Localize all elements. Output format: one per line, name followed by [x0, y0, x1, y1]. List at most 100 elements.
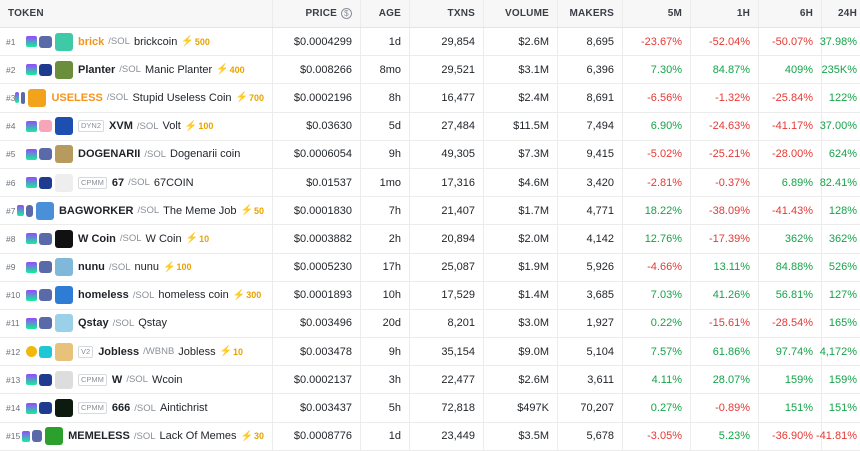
- col-header-24h[interactable]: 24H: [821, 0, 860, 27]
- volume-cell: $7.3M: [483, 140, 557, 168]
- change-6h-cell: 97.74%: [758, 338, 821, 366]
- token-symbol[interactable]: Jobless: [98, 346, 139, 358]
- token-cell[interactable]: #4 DYN2 XVM/SOL Volt ⚡ 100: [0, 113, 272, 140]
- table-row[interactable]: #4 DYN2 XVM/SOL Volt ⚡ 100 $0.03630 5d 27,484 $11…: [0, 112, 860, 141]
- table-row[interactable]: #12 V2 Jobless/WBNB Jobless ⚡ 10 $0.003478 9h 35…: [0, 338, 860, 367]
- change-24h-value: 165%: [828, 317, 857, 330]
- token-cell[interactable]: #11 Qstay/SOL Qstay: [0, 310, 272, 337]
- change-1h-cell: 28.07%: [690, 366, 758, 394]
- change-5m-cell: 18.22%: [622, 197, 690, 225]
- table-row[interactable]: #6 CPMM 67/SOL 67COIN $0.01537 1mo 17,316 $4.6M…: [0, 168, 860, 198]
- volume-cell: $497K: [483, 394, 557, 422]
- token-cell[interactable]: #2 Planter/SOL Manic Planter ⚡ 400: [0, 56, 272, 83]
- boost-badge[interactable]: ⚡ 100: [163, 262, 191, 273]
- token-cell[interactable]: #14 CPMM 666/SOL Aintichrist: [0, 394, 272, 421]
- col-header-6h[interactable]: 6H: [758, 0, 821, 27]
- token-symbol[interactable]: Planter: [78, 64, 115, 76]
- boost-badge[interactable]: ⚡ 10: [186, 233, 209, 244]
- token-symbol[interactable]: 666: [112, 402, 130, 414]
- price-value: $0.0003882: [293, 232, 352, 245]
- boost-badge[interactable]: ⚡ 30: [241, 431, 264, 442]
- col-header-token[interactable]: TOKEN: [0, 0, 272, 27]
- boost-badge[interactable]: ⚡ 10: [220, 346, 243, 357]
- txns-cell: 16,477: [409, 84, 483, 112]
- token-symbol[interactable]: MEMELESS: [68, 430, 130, 442]
- makers-cell: 70,207: [557, 394, 622, 422]
- rank-label: #7: [6, 205, 16, 216]
- table-row[interactable]: #15 MEMELESS/SOL Lack Of Memes ⚡ 30 $0.000877…: [0, 422, 860, 451]
- table-row[interactable]: #2 Planter/SOL Manic Planter ⚡ 400 $0.008266 8…: [0, 56, 860, 85]
- txns-cell: 72,818: [409, 394, 483, 422]
- token-cell[interactable]: #9 nunu/SOL nunu ⚡ 100: [0, 254, 272, 281]
- age-value: 5h: [388, 402, 401, 415]
- token-cell[interactable]: #5 DOGENARII/SOL Dogenarii coin: [0, 141, 272, 168]
- boost-count: 400: [229, 64, 245, 75]
- solana-chain-icon: [26, 261, 37, 273]
- boost-badge[interactable]: ⚡ 300: [233, 290, 261, 301]
- dollar-circle-icon[interactable]: $: [341, 8, 352, 19]
- table-row[interactable]: #14 CPMM 666/SOL Aintichrist $0.003437 5h 72,8…: [0, 394, 860, 423]
- token-cell[interactable]: #10 homeless/SOL homeless coin ⚡ 300: [0, 282, 272, 309]
- boost-badge[interactable]: ⚡ 100: [185, 121, 213, 132]
- pump-dex-icon: [39, 402, 52, 415]
- token-cell[interactable]: #3 USELESS/SOL Stupid Useless Coin ⚡ 700: [0, 84, 272, 111]
- col-header-24h-label: 24H: [838, 8, 857, 19]
- change-6h-cell: 362%: [758, 225, 821, 253]
- token-symbol[interactable]: nunu: [78, 261, 105, 273]
- col-header-txns[interactable]: TXNS: [409, 0, 483, 27]
- lightning-icon: ⚡: [163, 261, 176, 273]
- token-cell[interactable]: #7 BAGWORKER/SOL The Meme Job ⚡ 50: [0, 197, 272, 224]
- change-24h-value: 235K%: [821, 63, 857, 76]
- col-header-makers[interactable]: MAKERS: [557, 0, 622, 27]
- token-symbol[interactable]: Qstay: [78, 317, 109, 329]
- age-cell: 5d: [360, 112, 409, 140]
- makers-cell: 3,420: [557, 168, 622, 197]
- token-cell[interactable]: #13 CPMM W/SOL Wcoin: [0, 366, 272, 393]
- change-5m-value: 18.22%: [644, 204, 682, 217]
- token-symbol[interactable]: W Coin: [78, 233, 116, 245]
- age-value: 20d: [382, 317, 401, 330]
- boost-count: 50: [253, 205, 264, 216]
- table-row[interactable]: #9 nunu/SOL nunu ⚡ 100 $0.0005230 17h 25,087 $1.…: [0, 253, 860, 282]
- col-header-volume[interactable]: VOLUME: [483, 0, 557, 27]
- col-header-5m[interactable]: 5M: [622, 0, 690, 27]
- price-cell: $0.008266: [272, 56, 360, 84]
- table-row[interactable]: #11 Qstay/SOL Qstay $0.003496 20d 8,201 $3.0M 1…: [0, 309, 860, 339]
- col-header-age[interactable]: AGE: [360, 0, 409, 27]
- token-cell[interactable]: #1 brick/SOL brickcoin ⚡ 500: [0, 28, 272, 55]
- boost-badge[interactable]: ⚡ 700: [236, 92, 264, 103]
- change-24h-cell: 526%: [821, 253, 860, 281]
- boost-badge[interactable]: ⚡ 400: [216, 64, 244, 75]
- col-header-price[interactable]: PRICE $: [272, 0, 360, 27]
- token-logo: [55, 229, 73, 248]
- change-6h-value: 151%: [784, 402, 813, 415]
- token-symbol[interactable]: BAGWORKER: [59, 205, 134, 217]
- volume-cell: $1.9M: [483, 253, 557, 281]
- token-symbol[interactable]: USELESS: [51, 92, 102, 104]
- table-row[interactable]: #3 USELESS/SOL Stupid Useless Coin ⚡ 700 $0.0…: [0, 84, 860, 113]
- makers-cell: 7,494: [557, 112, 622, 140]
- change-6h-value: 97.74%: [775, 345, 813, 358]
- token-cell[interactable]: #8 W Coin/SOL W Coin ⚡ 10: [0, 225, 272, 252]
- table-row[interactable]: #13 CPMM W/SOL Wcoin $0.0002137 3h 22,477 $2.6M…: [0, 366, 860, 395]
- token-symbol[interactable]: homeless: [78, 289, 129, 301]
- col-header-1h[interactable]: 1H: [690, 0, 758, 27]
- table-row[interactable]: #1 brick/SOL brickcoin ⚡ 500 $0.0004299 1d 29,8…: [0, 28, 860, 57]
- token-symbol[interactable]: brick: [78, 36, 104, 48]
- table-row[interactable]: #8 W Coin/SOL W Coin ⚡ 10 $0.0003882 2h 20,894 $…: [0, 225, 860, 254]
- token-symbol[interactable]: DOGENARII: [78, 148, 140, 160]
- table-row[interactable]: #5 DOGENARII/SOL Dogenarii coin $0.0006054 9…: [0, 140, 860, 169]
- token-cell[interactable]: #6 CPMM 67/SOL 67COIN: [0, 169, 272, 196]
- token-symbol[interactable]: W: [112, 374, 122, 386]
- table-row[interactable]: #7 BAGWORKER/SOL The Meme Job ⚡ 50 $0.0001830…: [0, 197, 860, 226]
- token-symbol[interactable]: XVM: [109, 120, 133, 132]
- token-cell[interactable]: #15 MEMELESS/SOL Lack Of Memes ⚡ 30: [0, 423, 272, 450]
- change-6h-value: -28.00%: [772, 148, 813, 161]
- table-row[interactable]: #10 homeless/SOL homeless coin ⚡ 300 $0.00018…: [0, 281, 860, 310]
- boost-badge[interactable]: ⚡ 50: [241, 205, 264, 216]
- boost-badge[interactable]: ⚡ 500: [181, 36, 209, 47]
- change-24h-value: -41.81%: [816, 430, 857, 443]
- token-symbol[interactable]: 67: [112, 177, 124, 189]
- makers-cell: 8,691: [557, 84, 622, 112]
- token-cell[interactable]: #12 V2 Jobless/WBNB Jobless ⚡ 10: [0, 338, 272, 365]
